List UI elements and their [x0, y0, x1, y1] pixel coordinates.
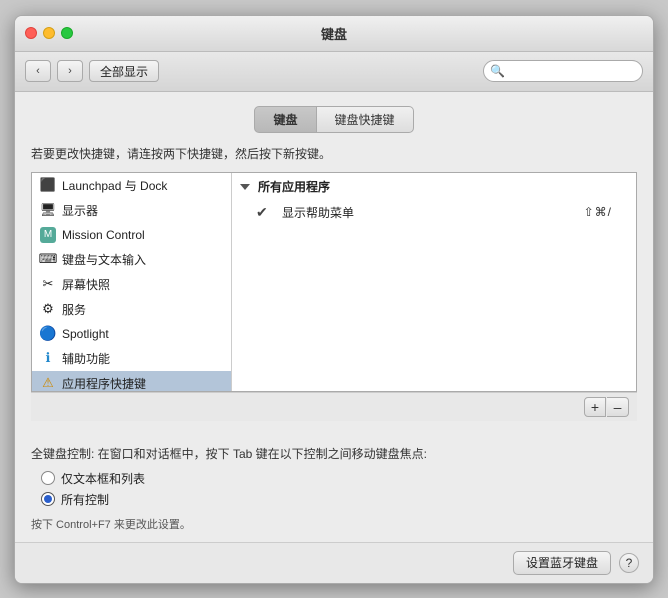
left-item-display[interactable]: 🖥 显示器 — [32, 198, 231, 223]
search-box: 🔍 — [483, 60, 643, 82]
window-footer: 设置蓝牙键盘 ? — [15, 542, 653, 583]
toolbar: ‹ › 全部显示 🔍 — [15, 52, 653, 92]
minimize-button[interactable] — [43, 27, 55, 39]
row-shortcut-0: ⇧⌘/ — [584, 205, 612, 219]
services-icon: ⚙ — [40, 301, 56, 317]
instruction-text: 若要更改快捷键，请连按两下快捷键，然后按下新按键。 — [31, 145, 637, 162]
accessibility-icon: ℹ — [40, 350, 56, 366]
left-item-label-keyboard-input: 键盘与文本输入 — [62, 251, 146, 268]
radio-dot-all-controls — [44, 495, 52, 503]
left-item-spotlight[interactable]: 🔵 Spotlight — [32, 322, 231, 346]
search-input[interactable] — [483, 60, 643, 82]
group-label: 所有应用程序 — [258, 178, 330, 195]
left-item-label-mission: Mission Control — [62, 228, 145, 242]
titlebar: 键盘 — [15, 16, 653, 52]
app-shortcuts-icon: ⚠ — [40, 375, 56, 391]
left-item-mission[interactable]: M Mission Control — [32, 223, 231, 247]
right-panel: 所有应用程序 ✔ 显示帮助菜单 ⇧⌘/ — [232, 173, 636, 391]
radio-circle-all-controls — [41, 492, 55, 506]
left-item-services[interactable]: ⚙ 服务 — [32, 297, 231, 322]
radio-text-only[interactable]: 仅文本框和列表 — [41, 470, 637, 487]
left-item-screenshot[interactable]: ✂ 屏幕快照 — [32, 272, 231, 297]
left-item-keyboard-input[interactable]: ⌨ 键盘与文本输入 — [32, 247, 231, 272]
search-icon: 🔍 — [490, 64, 505, 78]
tab-keyboard[interactable]: 键盘 — [254, 106, 316, 133]
left-item-label-accessibility: 辅助功能 — [62, 350, 110, 367]
left-item-label-services: 服务 — [62, 301, 86, 318]
left-item-app-shortcuts[interactable]: ⚠ 应用程序快捷键 — [32, 371, 231, 391]
radio-all-controls[interactable]: 所有控制 — [41, 491, 637, 508]
display-icon: 🖥 — [40, 202, 56, 218]
left-item-label-screenshot: 屏幕快照 — [62, 276, 110, 293]
radio-group: 仅文本框和列表 所有控制 — [41, 470, 637, 508]
main-window: 键盘 ‹ › 全部显示 🔍 键盘 键盘快捷键 若要更改快捷键，请连按两下快捷键，… — [14, 15, 654, 584]
left-item-label-launchpad: Launchpad 与 Dock — [62, 177, 167, 194]
tab-bar: 键盘 键盘快捷键 — [31, 106, 637, 133]
group-collapse-icon — [240, 179, 254, 193]
left-panel: ⬛ Launchpad 与 Dock 🖥 显示器 M Mission Contr… — [32, 173, 232, 391]
keyboard-input-icon: ⌨ — [40, 251, 56, 267]
show-all-button[interactable]: 全部显示 — [89, 60, 159, 82]
right-row-0: ✔ 显示帮助菜单 ⇧⌘/ — [232, 200, 636, 225]
footer-section: 全键盘控制: 在窗口和对话框中，按下 Tab 键在以下控制之间移动键盘焦点: 仅… — [15, 435, 653, 542]
forward-button[interactable]: › — [57, 60, 83, 82]
right-group-header[interactable]: 所有应用程序 — [232, 173, 636, 200]
bt-keyboard-button[interactable]: 设置蓝牙键盘 — [513, 551, 611, 575]
radio-circle-text-only — [41, 471, 55, 485]
mission-icon: M — [40, 227, 56, 243]
left-item-label-spotlight: Spotlight — [62, 327, 109, 341]
footer-note: 按下 Control+F7 来更改此设置。 — [31, 516, 637, 532]
left-item-launchpad[interactable]: ⬛ Launchpad 与 Dock — [32, 173, 231, 198]
left-item-label-app-shortcuts: 应用程序快捷键 — [62, 375, 146, 391]
back-button[interactable]: ‹ — [25, 60, 51, 82]
add-remove-bar: + – — [31, 392, 637, 421]
panels: ⬛ Launchpad 与 Dock 🖥 显示器 M Mission Contr… — [31, 172, 637, 392]
maximize-button[interactable] — [61, 27, 73, 39]
tab-shortcuts[interactable]: 键盘快捷键 — [317, 106, 414, 133]
footer-label: 全键盘控制: 在窗口和对话框中，按下 Tab 键在以下控制之间移动键盘焦点: — [31, 445, 637, 462]
triangle-down-icon — [240, 184, 250, 190]
window-title: 键盘 — [321, 24, 347, 43]
remove-button[interactable]: – — [607, 397, 629, 417]
traffic-lights — [25, 27, 73, 39]
left-item-accessibility[interactable]: ℹ 辅助功能 — [32, 346, 231, 371]
help-button[interactable]: ? — [619, 553, 639, 573]
close-button[interactable] — [25, 27, 37, 39]
content-area: 键盘 键盘快捷键 若要更改快捷键，请连按两下快捷键，然后按下新按键。 ⬛ Lau… — [15, 92, 653, 435]
checkbox-0[interactable]: ✔ — [256, 204, 272, 221]
spotlight-icon: 🔵 — [40, 326, 56, 342]
row-label-0: 显示帮助菜单 — [282, 204, 584, 221]
left-item-label-display: 显示器 — [62, 202, 98, 219]
radio-label-all-controls: 所有控制 — [61, 491, 109, 508]
screenshot-icon: ✂ — [40, 276, 56, 292]
radio-label-text-only: 仅文本框和列表 — [61, 470, 145, 487]
add-button[interactable]: + — [584, 397, 606, 417]
launchpad-icon: ⬛ — [40, 177, 56, 193]
